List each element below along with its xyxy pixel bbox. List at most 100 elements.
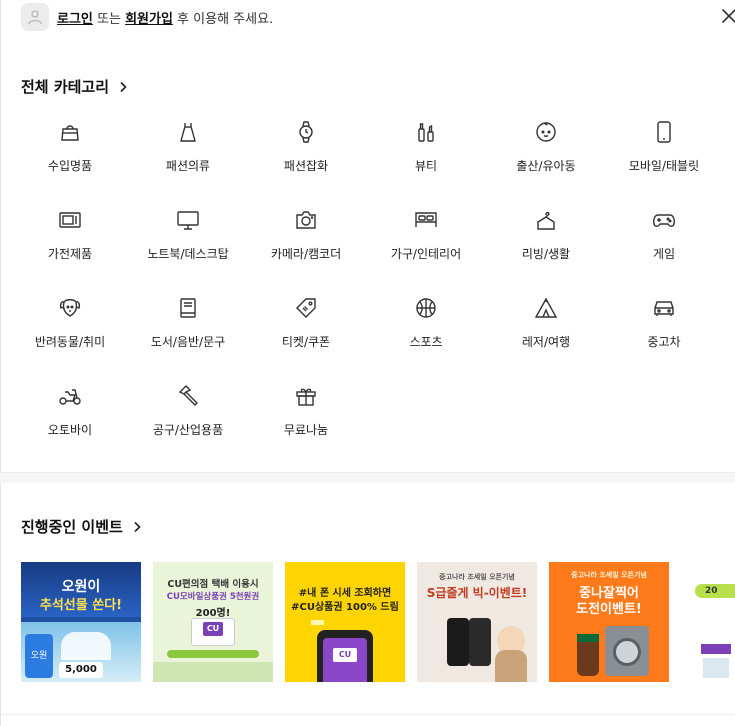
event-3-line-1: #내 폰 시세 조회하면 [298, 588, 392, 599]
cosmetics-icon [418, 123, 434, 142]
event-banner-1[interactable]: 오원이 추석선물 쏜다! 오원 5,000 [21, 562, 141, 682]
car-icon [654, 301, 674, 316]
event-2-line-2: CU모바일상품권 5천원권 [166, 592, 260, 602]
event-4-line-1: 중고나라 조세일 오픈기념 [439, 573, 515, 581]
events-carousel: 오원이 추석선물 쏜다! 오원 5,000 CU편의점 택배 이용시 CU모바일… [21, 562, 735, 682]
gift-icon [296, 388, 316, 406]
chevron-right-icon [119, 81, 127, 93]
bed-icon [415, 212, 437, 227]
category-baby-kids[interactable]: 출산/유아동 [480, 116, 612, 204]
category-tools[interactable]: 공구/산업용품 [122, 380, 254, 468]
category-label: 무료나눔 [283, 423, 329, 437]
login-prompt-text: 로그인 또는 회원가입 후 이용해 주세요. [57, 8, 273, 27]
event-3-cu-logo: CU [333, 648, 357, 662]
category-pets-hobby[interactable]: 반려동물/취미 [4, 292, 136, 380]
category-games[interactable]: 게임 [598, 204, 730, 292]
category-label: 노트북/데스크탑 [147, 247, 229, 261]
section-divider [0, 472, 735, 483]
event-banner-6[interactable]: 20 [681, 562, 735, 682]
category-label: 패션잡화 [283, 159, 329, 173]
category-label: 레저/여행 [521, 335, 571, 349]
watch-icon [299, 121, 313, 143]
categories-title-link[interactable]: 전체 카테고리 [21, 76, 127, 97]
category-label: 수입명품 [47, 159, 93, 173]
category-label: 티켓/쿠폰 [281, 335, 331, 349]
event-1-line-1: 오원이 [61, 579, 101, 595]
event-banner-4[interactable]: 중고나라 조세일 오픈기념 S급줄게 빅-이벤트! [417, 562, 537, 682]
hammer-icon [178, 385, 198, 406]
category-beauty[interactable]: 뷰티 [360, 116, 492, 204]
motorbike-icon [59, 389, 81, 405]
book-icon [180, 298, 196, 318]
category-label: 가전제품 [47, 247, 93, 261]
event-6-line-1: 20 [695, 584, 735, 598]
category-laptop-desktop[interactable]: 노트북/데스크탑 [122, 204, 254, 292]
category-mobile-tablet[interactable]: 모바일/태블릿 [598, 116, 730, 204]
category-appliances[interactable]: 가전제품 [4, 204, 136, 292]
login-prompt-bar: 로그인 또는 회원가입 후 이용해 주세요. [0, 0, 735, 36]
user-icon [28, 10, 42, 25]
category-fashion-accessories[interactable]: 패션잡화 [240, 116, 372, 204]
category-tickets[interactable]: 티켓/쿠폰 [240, 292, 372, 380]
category-fashion-clothing[interactable]: 패션의류 [122, 116, 254, 204]
avatar [21, 3, 49, 31]
handbag-icon [61, 125, 79, 141]
camera-icon [296, 211, 316, 229]
category-books[interactable]: 도서/음반/문구 [122, 292, 254, 380]
microwave-icon [59, 212, 81, 228]
categories-title: 전체 카테고리 [21, 78, 110, 96]
close-icon [722, 9, 735, 23]
event-1-line-2: 추석선물 쏜다! [39, 598, 123, 613]
category-living[interactable]: 리빙/생활 [480, 204, 612, 292]
dog-icon [59, 299, 81, 317]
event-1-price: 5,000 [59, 662, 103, 678]
events-title-link[interactable]: 진행중인 이벤트 [21, 516, 141, 537]
text-suffix: 후 이용해 주세요. [172, 12, 274, 27]
category-label: 카메라/캠코더 [270, 247, 342, 261]
category-label: 오토바이 [47, 423, 93, 437]
hanger-icon [537, 211, 555, 230]
category-sports[interactable]: 스포츠 [360, 292, 492, 380]
category-luxury[interactable]: 수입명품 [4, 116, 136, 204]
category-label: 중고차 [647, 335, 681, 349]
bottom-divider [0, 714, 735, 715]
category-motorbike[interactable]: 오토바이 [4, 380, 136, 468]
event-banner-3[interactable]: #내 폰 시세 조회하면 #CU상품권 100% 드림 CU [285, 562, 405, 682]
chevron-right-icon [133, 521, 141, 533]
category-used-cars[interactable]: 중고차 [598, 292, 730, 380]
event-3-line-2: #CU상품권 100% 드림 [291, 602, 399, 613]
event-banner-2[interactable]: CU편의점 택배 이용시 CU모바일상품권 5천원권 200명! CU [153, 562, 273, 682]
category-label: 뷰티 [414, 159, 438, 173]
dress-icon [180, 123, 196, 142]
category-label: 공구/산업용품 [152, 423, 224, 437]
category-label: 모바일/태블릿 [628, 159, 700, 173]
category-label: 패션의류 [165, 159, 211, 173]
monitor-icon [177, 211, 199, 230]
category-free-sharing[interactable]: 무료나눔 [240, 380, 372, 468]
category-label: 리빙/생활 [521, 247, 571, 261]
ticket-icon [296, 298, 316, 318]
tent-icon [534, 297, 558, 318]
close-button[interactable] [720, 7, 735, 25]
baby-icon [536, 122, 556, 142]
category-label: 게임 [652, 247, 676, 261]
event-banner-5[interactable]: 중고나라 조세일 오픈기념 중나잘찍어 도전이벤트! [549, 562, 669, 682]
phone-icon [657, 121, 671, 143]
category-label: 출산/유아동 [516, 159, 576, 173]
category-label: 가구/인테리어 [390, 247, 462, 261]
event-2-line-3: 200명! [195, 608, 231, 619]
category-label: 도서/음반/문구 [150, 335, 226, 349]
category-camera[interactable]: 카메라/캠코더 [240, 204, 372, 292]
text-or: 또는 [92, 12, 126, 27]
event-5-line-1: 중고나라 조세일 오픈기념 [571, 571, 647, 579]
basketball-icon [416, 298, 436, 318]
event-2-line-1: CU편의점 택배 이용시 [167, 579, 259, 590]
left-border [0, 0, 1, 726]
category-leisure-travel[interactable]: 레저/여행 [480, 292, 612, 380]
login-link[interactable]: 로그인 [57, 12, 93, 27]
event-4-line-2: S급줄게 빅-이벤트! [426, 586, 528, 600]
event-1-phone: 오원 [25, 634, 53, 678]
category-furniture[interactable]: 가구/인테리어 [360, 204, 492, 292]
events-title: 진행중인 이벤트 [21, 518, 123, 536]
signup-link[interactable]: 회원가입 [125, 12, 173, 27]
